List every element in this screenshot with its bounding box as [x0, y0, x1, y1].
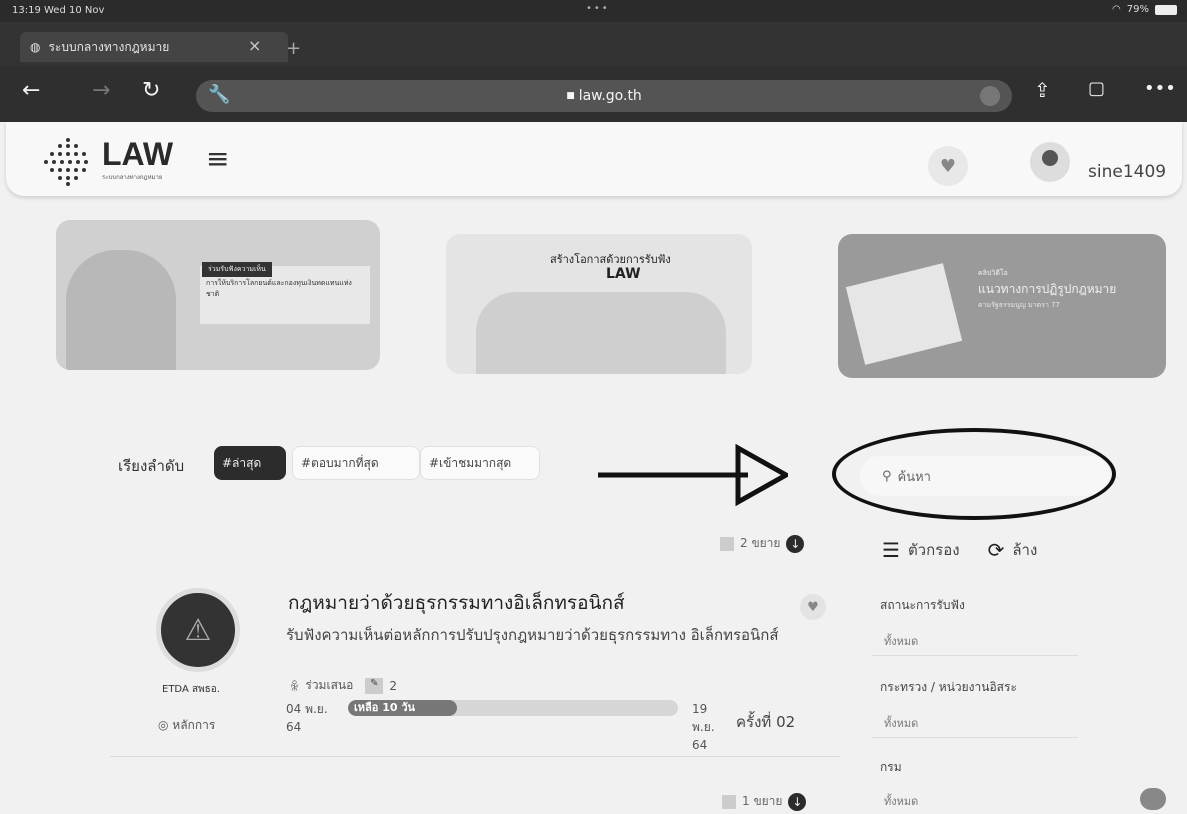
post-start-date: 04 พ.ย. 64 [286, 702, 328, 734]
banner-tag: ร่วมรับฟังความเห็น [202, 262, 272, 277]
forward-icon[interactable]: → [92, 78, 110, 103]
browser-tab[interactable]: ◍ ระบบกลางทางกฎหมาย × [20, 32, 288, 62]
lock-icon: ■ [566, 91, 575, 101]
battery-icon [1155, 4, 1177, 15]
wrench-icon[interactable]: 🔧 [208, 84, 230, 105]
department-filter-label: กรม [880, 760, 902, 774]
document-icon [720, 536, 734, 551]
department-select-value: ทั้งหมด [884, 795, 919, 808]
back-icon[interactable]: ← [22, 78, 40, 103]
post-round: ครั้งที่ 02 [736, 713, 796, 731]
clear-button[interactable]: ⟳ ล้าง [988, 538, 1038, 562]
proposals-label: ร่วมเสนอ [305, 678, 354, 692]
microphone-icon[interactable] [980, 86, 1000, 106]
status-select-value: ทั้งหมด [884, 635, 919, 648]
globe-icon: ◍ [30, 40, 41, 54]
tabs-icon[interactable]: ▢ [1088, 78, 1105, 99]
sort-label: เรียงลำดับ [118, 457, 185, 475]
banner-logo: LAW [606, 266, 641, 282]
banner-small-text: คลิปวิดีโอ [978, 269, 1008, 277]
tab-close-icon[interactable]: × [248, 36, 261, 55]
reload-icon[interactable]: ↻ [142, 78, 160, 103]
clear-label: ล้าง [1012, 541, 1038, 559]
post-heart-icon[interactable]: ♥ [800, 594, 826, 620]
sort-most-viewed-chip[interactable]: #เข้าชมมากสุด [420, 446, 540, 480]
ministry-select[interactable]: ทั้งหมด [872, 702, 1078, 738]
banner-subtitle: ตามรัฐธรรมนูญ มาตรา 77 [978, 301, 1061, 309]
banner-title: แนวทางการปฏิรูปกฎหมาย [978, 282, 1117, 296]
arrow-down-icon: ↓ [788, 792, 807, 811]
more-icon[interactable]: ••• [1144, 78, 1176, 99]
share-icon[interactable]: ⇪ [1034, 78, 1051, 102]
people-icon: ꆜ [290, 679, 300, 694]
arrow-down-icon: ↓ [786, 534, 805, 553]
favorite-heart-icon[interactable]: ♥ [928, 146, 968, 186]
banner-hearing[interactable]: การให้บริการโลกยนต์และกองทุนเงินทดแทนแห่… [56, 220, 380, 370]
post-tag-label: หลักการ [172, 718, 216, 732]
menu-icon[interactable]: ≡ [206, 142, 229, 175]
post-tag: ◎ หลักการ [158, 718, 216, 732]
banner-illustration [476, 292, 726, 374]
banner-opportunity[interactable]: สร้างโอกาสด้วยการรับฟัง LAW [446, 234, 752, 374]
battery-percent: 79% [1126, 4, 1149, 15]
tab-title: ระบบกลางทางกฎหมาย [48, 39, 170, 54]
sort-most-answered-chip[interactable]: #ตอบมากที่สุด [292, 446, 420, 480]
expand-button[interactable]: 1 ขยาย ↓ [722, 792, 807, 811]
expand-button[interactable]: 2 ขยาย ↓ [720, 534, 805, 553]
post-description: รับฟังความเห็นต่อหลักการปรับปรุงกฎหมายว่… [286, 626, 779, 644]
multitask-dots-icon[interactable]: ••• [586, 3, 610, 14]
status-right: ◠ 79% [1112, 4, 1177, 15]
pencil-icon: ✎ [365, 677, 384, 694]
post-proposals: ꆜ ร่วมเสนอ ✎ 2 [290, 676, 397, 695]
site-logo[interactable]: LAW [102, 136, 173, 173]
username[interactable]: sine1409 [1088, 162, 1166, 182]
expand-label: 2 ขยาย [740, 536, 781, 550]
proposals-count: 2 [389, 678, 397, 693]
post-title[interactable]: กฎหมายว่าด้วยธุรกรรมทางอิเล็กทรอนิกส์ [288, 588, 625, 618]
banner-illustration [845, 263, 963, 365]
banner-illustration [66, 250, 176, 370]
tower-icon: ⚠ [184, 612, 212, 648]
ministry-select-value: ทั้งหมด [884, 717, 919, 730]
ios-status-bar: 13:19 Wed 10 Nov ••• ◠ 79% [0, 0, 1187, 22]
new-tab-icon[interactable]: + [286, 38, 301, 59]
address-bar[interactable]: 🔧 ■ law.go.th [196, 80, 1012, 112]
status-filter-label: สถานะการรับฟัง [880, 598, 965, 612]
wifi-icon: ◠ [1112, 4, 1121, 15]
document-icon [722, 794, 736, 809]
department-select[interactable]: ทั้งหมด [872, 780, 1078, 814]
sort-latest-chip[interactable]: #ล่าสุด [214, 446, 286, 480]
ministry-filter-label: กระทรวง / หน่วยงานอิสระ [880, 680, 1017, 694]
banner-text: การให้บริการโลกยนต์และกองทุนเงินทดแทนแห่… [206, 279, 352, 298]
divider [110, 756, 840, 757]
chat-icon[interactable] [1140, 788, 1166, 810]
user-avatar[interactable] [1030, 142, 1070, 182]
post-avatar[interactable]: ⚠ [156, 588, 240, 672]
browser-toolbar: ← → ↻ 🔧 ■ law.go.th ⇪ ▢ ••• [0, 66, 1187, 122]
browser-tab-bar: ◍ ระบบกลางทางกฎหมาย × + [0, 22, 1187, 66]
annotation-arrow [598, 443, 788, 507]
site-header: LAW ระบบกลางทางกฎหมาย ≡ ♥ sine1409 [6, 122, 1182, 196]
address-url: law.go.th [578, 88, 642, 104]
refresh-icon: ⟳ [987, 538, 1005, 562]
post-org: ETDA สพธอ. [162, 684, 220, 695]
banner-reform[interactable]: คลิปวิดีโอ แนวทางการปฏิรูปกฎหมาย ตามรัฐธ… [838, 234, 1166, 378]
status-select[interactable]: ทั้งหมด [872, 620, 1078, 656]
site-logo-subtitle: ระบบกลางทางกฎหมาย [102, 174, 163, 181]
status-time: 13:19 Wed 10 Nov [12, 5, 105, 16]
filter-label: ตัวกรอง [907, 541, 960, 559]
post-remaining: เหลือ 10 วัน [354, 701, 416, 714]
law-logo-icon [44, 138, 88, 186]
filter-button[interactable]: ☰ ตัวกรอง [882, 538, 960, 562]
filter-icon: ☰ [882, 538, 900, 562]
annotation-circle [832, 428, 1116, 520]
post-end-date: 19 พ.ย. 64 [692, 702, 715, 752]
expand-label: 1 ขยาย [742, 794, 783, 808]
filter-toolbar: ☰ ตัวกรอง ⟳ ล้าง [882, 538, 1037, 562]
